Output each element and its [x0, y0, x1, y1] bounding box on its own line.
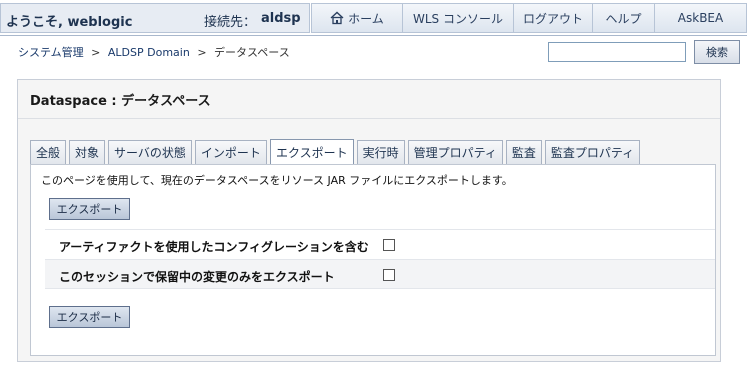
- welcome-panel: ようこそ, weblogic 接続先： aldsp: [0, 3, 310, 33]
- home-icon: [330, 11, 344, 25]
- breadcrumb-item-domain[interactable]: ALDSP Domain: [108, 46, 190, 59]
- tab-bar: 全般 対象 サーバの状態 インポート エクスポート 実行時 管理プロパティ 監査…: [30, 139, 643, 165]
- tab-audit-properties[interactable]: 監査プロパティ: [544, 140, 641, 164]
- nav-logout-link[interactable]: ログアウト: [514, 3, 593, 33]
- tab-export[interactable]: エクスポート: [269, 139, 354, 165]
- option-row-pending-only: このセッションで保留中の変更のみをエクスポート: [45, 259, 715, 289]
- export-button-top[interactable]: エクスポート: [49, 198, 130, 220]
- search-button[interactable]: 検索: [694, 40, 740, 64]
- option-row-include-config: アーティファクトを使用したコンフィグレーションを含む: [45, 229, 715, 259]
- title-divider: [18, 118, 720, 119]
- include-config-checkbox[interactable]: [383, 239, 395, 251]
- tab-server-status[interactable]: サーバの状態: [108, 140, 192, 164]
- nav-home-link[interactable]: ホーム: [311, 3, 403, 33]
- breadcrumb-item-dataspace: データスペース: [214, 46, 290, 59]
- tab-import[interactable]: インポート: [194, 140, 267, 164]
- pending-only-checkbox[interactable]: [383, 269, 395, 281]
- option-label-pending-only: このセッションで保留中の変更のみをエクスポート: [59, 270, 335, 284]
- search-input[interactable]: [548, 42, 686, 62]
- connection-value: aldsp: [261, 11, 301, 26]
- tab-audit[interactable]: 監査: [505, 140, 542, 164]
- nav-askbea-link[interactable]: AskBEA: [655, 3, 747, 33]
- export-button-bottom[interactable]: エクスポート: [49, 306, 130, 328]
- page-description: このページを使用して、現在のデータスペースをリソース JAR ファイルにエクスポ…: [41, 174, 513, 187]
- tab-targets[interactable]: 対象: [69, 140, 106, 164]
- page-title: Dataspace : データスペース: [30, 94, 211, 109]
- top-bar: ようこそ, weblogic 接続先： aldsp ホーム WLS コンソール …: [0, 0, 747, 36]
- tab-general[interactable]: 全般: [30, 140, 67, 164]
- nav-askbea-label: AskBEA: [677, 11, 724, 25]
- welcome-text: ようこそ, weblogic: [6, 15, 133, 30]
- content-panel: Dataspace : データスペース 全般 対象 サーバの状態 インポート エ…: [17, 79, 721, 362]
- nav-wls-console-link[interactable]: WLS コンソール: [403, 3, 514, 33]
- nav-help-link[interactable]: ヘルプ: [593, 3, 655, 33]
- nav-logout-label: ログアウト: [522, 11, 583, 26]
- breadcrumb-item-system-admin[interactable]: システム管理: [18, 46, 84, 59]
- nav-help-label: ヘルプ: [605, 11, 642, 26]
- option-label-include-config: アーティファクトを使用したコンフィグレーションを含む: [59, 240, 369, 254]
- breadcrumb-separator: >: [91, 46, 101, 59]
- nav-wls-console-label: WLS コンソール: [413, 11, 503, 26]
- tab-admin-properties[interactable]: 管理プロパティ: [407, 140, 503, 164]
- nav-home-label: ホーム: [348, 11, 384, 26]
- breadcrumb: システム管理 > ALDSP Domain > データスペース: [18, 44, 294, 60]
- connection-label: 接続先：: [204, 15, 257, 30]
- top-nav: ホーム WLS コンソール ログアウト ヘルプ AskBEA: [311, 3, 747, 33]
- export-tab-content: このページを使用して、現在のデータスペースをリソース JAR ファイルにエクスポ…: [30, 164, 716, 356]
- tab-runtime[interactable]: 実行時: [356, 140, 405, 164]
- breadcrumb-separator: >: [197, 46, 207, 59]
